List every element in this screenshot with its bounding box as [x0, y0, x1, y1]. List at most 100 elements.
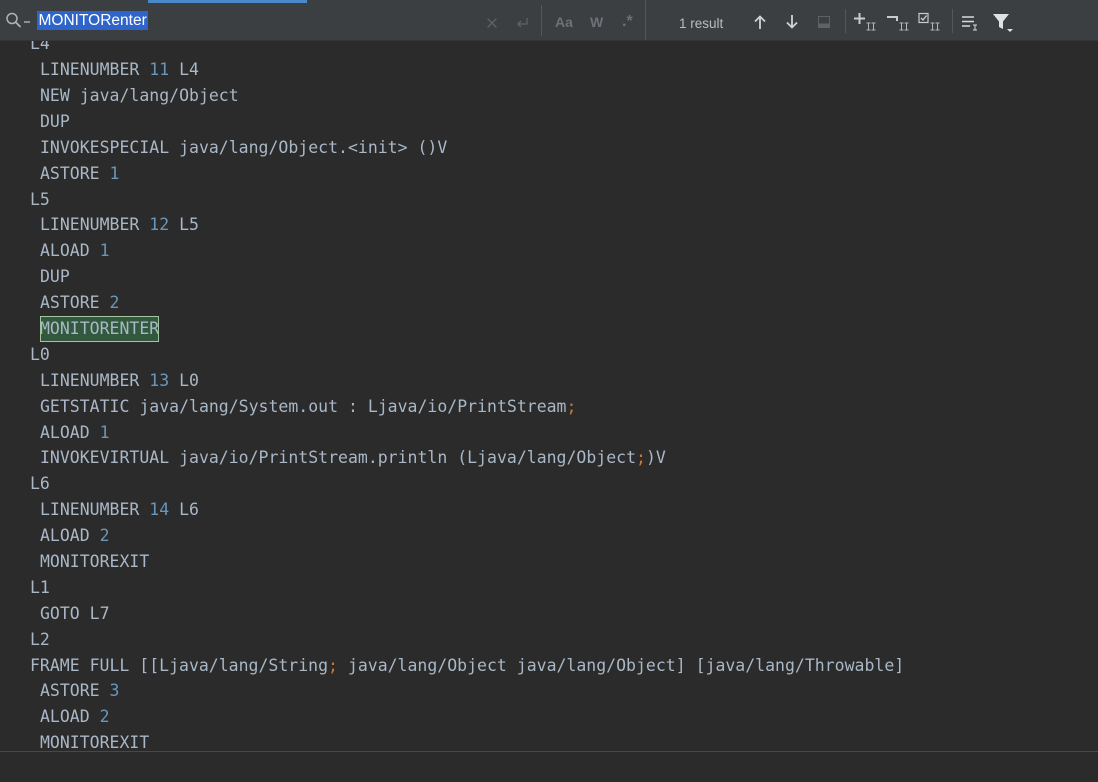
regex-toggle[interactable]: .* — [622, 13, 633, 31]
search-match-highlight: MONITORENTER — [40, 315, 160, 342]
add-next-occurrence-button[interactable] — [854, 12, 878, 32]
code-line-label: L5 — [30, 189, 50, 209]
number-literal: 2 — [99, 707, 110, 727]
code-text: LINENUMBER — [40, 60, 150, 80]
search-history-button[interactable] — [4, 11, 32, 29]
add-next-occurrence-icon — [854, 13, 876, 31]
next-occurrence-button[interactable] — [785, 14, 799, 30]
code-text: GOTO L7 — [40, 603, 110, 623]
code-text: ALOAD — [40, 241, 100, 261]
code-line-instruction: GOTO L7 — [0, 601, 1098, 627]
number-literal: 1 — [99, 241, 110, 261]
number-literal: 1 — [99, 422, 110, 442]
code-text: ASTORE — [40, 163, 110, 183]
code-line-instruction: LINENUMBER 13 L0 — [0, 368, 1098, 394]
code-line-label: L0 — [30, 344, 50, 364]
code-text: LINENUMBER — [40, 500, 150, 520]
code-text: L6 — [169, 500, 199, 520]
code-text: )V — [645, 448, 666, 468]
code-text: LINENUMBER — [40, 215, 150, 235]
number-literal: 2 — [99, 526, 110, 546]
bytecode-editor[interactable]: L4 LINENUMBER 11 L4 NEW java/lang/Object DU… — [0, 41, 1098, 751]
number-literal: 13 — [149, 370, 170, 390]
search-history-icon — [6, 12, 30, 28]
find-bar: MONITORenter Aa W .* 1 result — [0, 0, 1098, 41]
search-in-selection-button[interactable] — [961, 13, 979, 31]
filter-search-results-button[interactable] — [992, 12, 1014, 34]
code-line-instruction: NEW java/lang/Object — [0, 83, 1098, 109]
clear-search-button[interactable] — [486, 17, 498, 29]
semicolon-punctuation: ; — [328, 655, 338, 675]
open-in-window-icon — [818, 16, 830, 28]
code-line-instruction: MONITOREXIT — [0, 730, 1098, 751]
separator — [845, 9, 846, 33]
code-line-instruction: GETSTATIC java/lang/System.out : Ljava/i… — [0, 394, 1098, 420]
number-literal: 11 — [149, 60, 170, 80]
filter-funnel-icon — [993, 14, 1013, 32]
code-line-label: L4 — [30, 41, 50, 54]
code-text: NEW java/lang/Object — [40, 85, 239, 105]
unselect-occurrence-button[interactable] — [887, 12, 911, 32]
semicolon-punctuation: ; — [636, 448, 646, 468]
previous-occurrence-button[interactable] — [753, 14, 767, 30]
number-literal: 12 — [149, 215, 170, 235]
code-text: INVOKESPECIAL java/lang/Object.<init> ()… — [40, 137, 448, 157]
new-line-button[interactable] — [514, 16, 530, 30]
active-tab-indicator — [148, 0, 307, 3]
code-text: MONITOREXIT — [40, 733, 150, 751]
code-line-instruction: DUP — [0, 109, 1098, 135]
code-text: ASTORE — [40, 681, 110, 701]
code-line-label: L6 — [30, 474, 50, 494]
code-line-instruction: ALOAD 2 — [0, 704, 1098, 730]
code-text: FRAME FULL [[Ljava/lang/String — [30, 655, 329, 675]
select-all-occurrences-button[interactable] — [918, 12, 942, 32]
code-line-label: L1 — [30, 577, 50, 597]
code-line-instruction: MONITORENTER — [0, 315, 1098, 342]
code-text: MONITOREXIT — [40, 551, 150, 571]
select-all-occurrences-icon — [918, 12, 940, 31]
code-line-instruction: MONITOREXIT — [0, 549, 1098, 575]
search-field[interactable]: MONITORenter — [0, 0, 541, 40]
code-line-instruction: INVOKESPECIAL java/lang/Object.<init> ()… — [0, 135, 1098, 161]
match-case-toggle[interactable]: Aa — [555, 13, 573, 31]
code-line-instruction: ALOAD 1 — [0, 420, 1098, 446]
code-text: INVOKEVIRTUAL java/io/PrintStream.printl… — [40, 448, 637, 468]
code-line-instruction: INVOKEVIRTUAL java/io/PrintStream.printl… — [0, 445, 1098, 471]
whole-words-toggle[interactable]: W — [590, 13, 603, 31]
number-literal: 2 — [109, 293, 120, 313]
code-line-frame: FRAME FULL [[Ljava/lang/String; java/lan… — [0, 653, 1098, 679]
code-line-instruction: LINENUMBER 11 L4 — [0, 57, 1098, 83]
clear-icon — [487, 18, 497, 28]
search-input[interactable]: MONITORenter — [37, 11, 149, 30]
search-in-selection-icon — [962, 16, 977, 31]
semicolon-punctuation: ; — [566, 396, 577, 416]
code-text: L4 — [169, 60, 199, 80]
unselect-occurrence-icon — [887, 16, 909, 31]
code-text: L0 — [169, 370, 199, 390]
code-line-instruction: LINENUMBER 14 L6 — [0, 497, 1098, 523]
code-text: java/lang/Object java/lang/Object] [java… — [337, 655, 905, 675]
code-line-label: L2 — [30, 629, 50, 649]
code-text: ASTORE — [40, 293, 110, 313]
code-text: ALOAD — [40, 526, 100, 546]
arrow-up-icon — [754, 15, 766, 29]
number-literal: 14 — [149, 500, 170, 520]
code-line-instruction: ASTORE 1 — [0, 161, 1098, 187]
editor-footer — [0, 751, 1098, 782]
code-line-instruction: LINENUMBER 12 L5 — [0, 212, 1098, 238]
code-text: ALOAD — [40, 707, 100, 727]
code-text: DUP — [40, 111, 70, 131]
search-result-count: 1 result — [679, 16, 724, 31]
code-text: GETSTATIC java/lang/System.out : Ljava/i… — [40, 396, 567, 416]
separator — [952, 9, 953, 33]
code-line-instruction: ASTORE 2 — [0, 290, 1098, 316]
code-text: LINENUMBER — [40, 370, 150, 390]
code-line-instruction: ALOAD 2 — [0, 523, 1098, 549]
code-line-instruction: ASTORE 3 — [0, 678, 1098, 704]
code-line-instruction: ALOAD 1 — [0, 238, 1098, 264]
open-in-window-button[interactable] — [817, 15, 831, 29]
code-text: DUP — [40, 267, 70, 287]
code-text: L5 — [169, 215, 199, 235]
code-lines: L4 LINENUMBER 11 L4 NEW java/lang/Object DU… — [0, 41, 1098, 751]
arrow-down-icon — [786, 15, 798, 29]
